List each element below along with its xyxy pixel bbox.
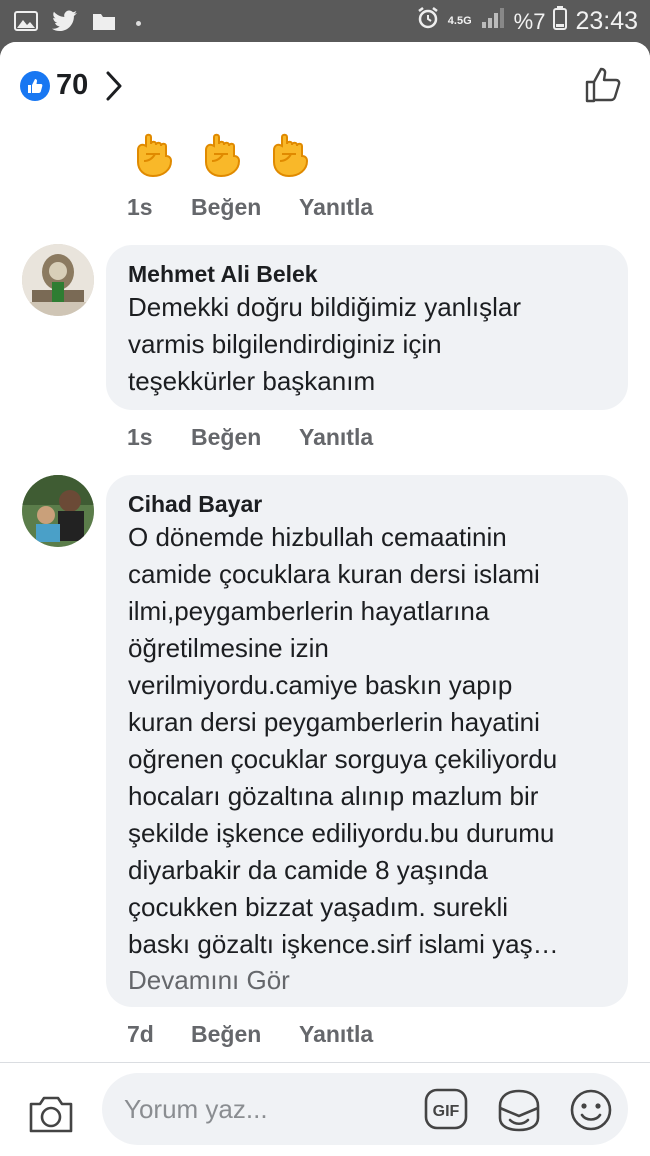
folder-icon	[92, 11, 116, 36]
avatar[interactable]	[22, 244, 94, 316]
alarm-icon	[416, 6, 440, 37]
comment-bubble: Cihad Bayar O dönemde hizbullah cemaatin…	[106, 475, 628, 1007]
reply-button[interactable]: Yanıtla	[299, 424, 373, 451]
network-type: 4.5G	[447, 15, 472, 27]
comment-actions: 1s Beğen Yanıtla	[127, 424, 373, 451]
like-reaction-icon[interactable]	[20, 71, 50, 101]
thumbs-up-icon[interactable]	[584, 66, 622, 109]
raised-fist-icon	[200, 130, 250, 183]
comment-text-line: şekilde işkence ediliyordu.bu durumu	[128, 818, 555, 848]
comment-time: 7d	[127, 1021, 154, 1047]
comment-author[interactable]: Mehmet Ali Belek	[128, 259, 606, 289]
comment-composer: Yorum yaz... GIF	[0, 1064, 650, 1156]
clock: 23:43	[575, 7, 638, 35]
chevron-right-icon[interactable]	[104, 70, 124, 107]
comment-time: 1s	[127, 424, 153, 450]
comment-text-line: diyarbakir da camide 8 yaşında	[128, 855, 488, 885]
twitter-icon	[52, 10, 78, 37]
comment-text-line: camide çocuklara kuran dersi islami	[128, 559, 540, 589]
comment-text-line: O dönemde hizbullah cemaatinin	[128, 522, 507, 552]
comment-author[interactable]: Cihad Bayar	[128, 489, 606, 519]
camera-icon[interactable]	[28, 1094, 74, 1139]
notification-dot	[136, 21, 141, 26]
reactions-header: 70	[0, 42, 650, 132]
battery-percent: %7	[513, 8, 546, 34]
comment-bubble: Mehmet Ali Belek Demekki doğru bildiğimi…	[106, 245, 628, 410]
comments-sheet: 70 1s Beğen Yanıtla Mehmet Ali Belek Dem…	[0, 42, 650, 1156]
comment-text-line: teşekkürler başkanım	[128, 366, 376, 396]
comment-input-placeholder[interactable]: Yorum yaz...	[124, 1094, 268, 1125]
see-more-link[interactable]: Devamını Gör	[128, 963, 606, 997]
comment-text-line: kuran dersi peygamberlerin hayatini	[128, 707, 540, 737]
signal-icon	[480, 6, 506, 37]
like-button[interactable]: Beğen	[191, 194, 299, 221]
comment-text-line: öğretilmesine izin	[128, 633, 329, 663]
comment-text: Demekki doğru bildiğimiz yanlışlar varmi…	[128, 289, 606, 400]
comment-input[interactable]: Yorum yaz... GIF	[102, 1073, 628, 1145]
comment-actions: 1s Beğen Yanıtla	[127, 194, 373, 221]
avatar[interactable]	[22, 475, 94, 547]
reply-button[interactable]: Yanıtla	[299, 194, 373, 221]
comment-text-line: varmis bilgilendirdiginiz için	[128, 329, 442, 359]
comment-text-line: hocaları gözaltına alınıp mazlum bir	[128, 781, 539, 811]
comment-text-line: ilmi,peygamberlerin hayatlarına	[128, 596, 490, 626]
raised-fist-icon	[132, 130, 182, 183]
like-button[interactable]: Beğen	[191, 424, 299, 451]
comment-text-line: oğrenen çocuklar sorguya çekiliyordu	[128, 744, 558, 774]
reply-button[interactable]: Yanıtla	[299, 1021, 373, 1048]
status-bar: 4.5G %7 23:43	[0, 0, 650, 44]
comment-text: O dönemde hizbullah cemaatinin camide ço…	[128, 519, 606, 963]
divider	[0, 1062, 650, 1063]
raised-fist-icon	[268, 130, 318, 183]
comment-actions: 7d Beğen Yanıtla	[127, 1021, 373, 1048]
reaction-count[interactable]: 70	[56, 69, 88, 102]
emoji-icon[interactable]	[569, 1088, 613, 1137]
comment-text-line: çocukken bizzat yaşadım. surekli	[128, 892, 509, 922]
like-button[interactable]: Beğen	[191, 1021, 299, 1048]
gif-label: GIF	[433, 1103, 460, 1120]
emoji-content	[132, 130, 318, 183]
comment-text-line: baskı gözaltı işkence.sirf islami yaş…	[128, 929, 559, 959]
comment-time: 1s	[127, 194, 153, 220]
sticker-icon[interactable]	[496, 1088, 542, 1137]
comment-text-line: verilmiyordu.camiye baskın yapıp	[128, 670, 513, 700]
gallery-icon	[14, 11, 38, 36]
comment-text-line: Demekki doğru bildiğimiz yanlışlar	[128, 292, 522, 322]
gif-icon[interactable]: GIF	[424, 1088, 468, 1135]
battery-icon	[553, 6, 568, 37]
